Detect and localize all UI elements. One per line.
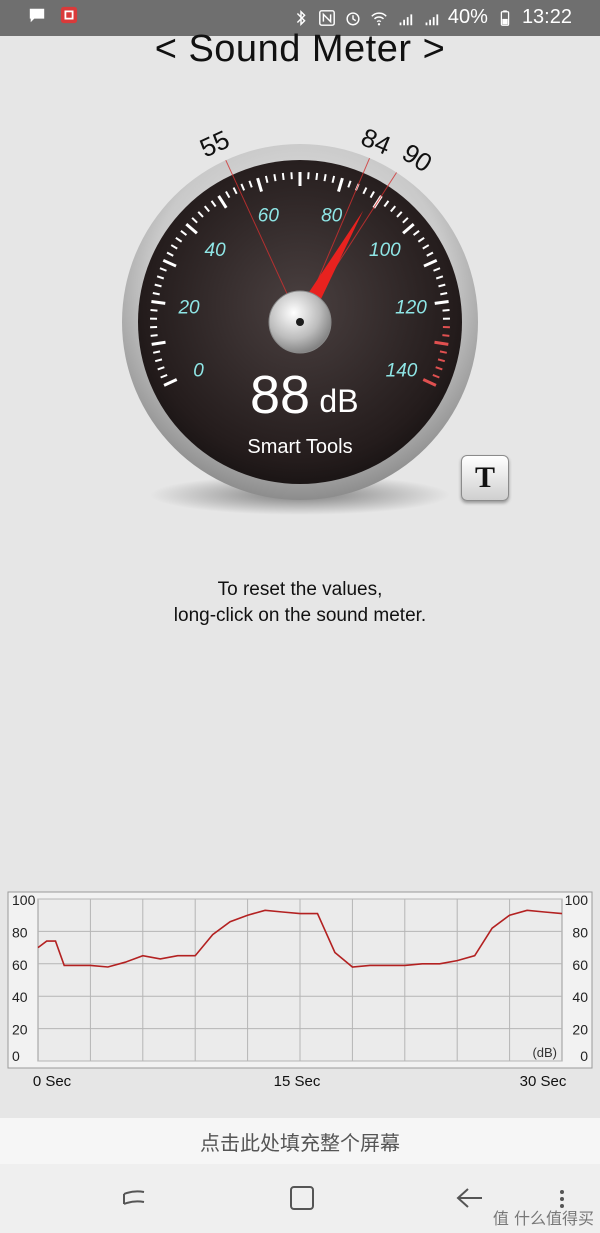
gauge-value-unit: dB [319,383,358,419]
gauge-scale-label: 80 [321,206,343,227]
reset-hint-line2: long-click on the sound meter. [173,605,427,626]
signal-icon [425,13,439,25]
clock: 13:22 [521,6,572,28]
app-notification-icon [60,6,78,24]
watermark: 值 什么值得买 [492,1209,594,1228]
avg-marker-label: 84 [357,122,395,161]
gauge-tick [151,300,166,305]
gauge-value-number: 88 [250,365,310,425]
home-button[interactable] [280,1178,324,1218]
gauge-tick [281,172,285,181]
chart-y-tick-left: 20 [12,1022,28,1038]
chart-y-tick-left: 60 [12,957,28,973]
gauge-svg[interactable]: 0 20 40 60 80 100 120 140 55 84 90 88 dB Smart To… [120,115,480,535]
chart-x-tick-label: 15 Sec [274,1073,321,1090]
gauge-tick [315,172,319,181]
nfc-icon [318,9,335,26]
back-icon [456,1188,482,1208]
page-title: Sound Meter [188,28,412,70]
text-toggle-label: T [474,461,495,494]
recents-icon [123,1190,145,1205]
chart-y-tick-right: 20 [572,1022,588,1038]
fill-screen-button[interactable]: 点击此处填充整个屏幕 [0,1118,600,1164]
gauge-tick [434,300,449,305]
page-title-row: < Sound Meter > [0,28,600,71]
battery-icon [500,9,510,26]
gauge-tick [440,292,448,296]
chart-unit-label: (dB) [532,1045,557,1060]
gauge-scale-label: 40 [205,240,227,261]
chart-y-tick-left: 80 [12,924,28,940]
message-icon [29,8,45,23]
reset-hint-line1: To reset the values, [217,579,383,600]
gauge-tick [323,174,327,182]
next-meter-button[interactable]: > [423,28,446,70]
chart-x-tick-label: 0 Sec [33,1073,72,1090]
min-marker-label: 55 [195,124,234,163]
gauge-tick [442,334,450,337]
gauge-tick [442,309,450,312]
reset-hint: To reset the values, long-click on the s… [0,577,600,629]
navigation-bar: 值 什么值得买 [0,1164,600,1233]
chart-y-tick-right: 100 [565,892,589,908]
gauge-tick [273,174,277,182]
history-chart: 0 20 40 60 80 100 0 20 40 60 80 100 0 Sec 15 Sec 30 … [0,887,600,1097]
max-marker-label: 90 [397,137,438,178]
chart-y-tick-left: 100 [12,892,36,908]
gauge-scale-label: 140 [386,360,418,381]
gauge-tick [150,309,158,312]
gauge-scale-label: 60 [258,206,280,227]
text-toggle-button[interactable]: T [461,455,509,501]
signal-4g-icon [399,13,413,25]
back-button[interactable] [448,1178,492,1218]
chart-y-tick-left: 0 [12,1048,20,1064]
gauge-scale-label: 100 [369,240,401,261]
chart-y-tick-right: 0 [580,1048,588,1064]
gauge-brand: Smart Tools [247,436,352,458]
chart-x-tick-label: 30 Sec [520,1073,567,1090]
chart-y-tick-right: 40 [572,989,588,1005]
bluetooth-icon [296,9,306,26]
chart-y-tick-right: 60 [572,957,588,973]
prev-meter-button[interactable]: < [155,28,178,70]
gauge-tick [151,340,166,346]
history-chart-svg: 0 20 40 60 80 100 0 20 40 60 80 100 0 Sec 15 Sec 30 … [7,891,593,1090]
recents-button[interactable] [112,1178,156,1218]
gauge-tick [152,292,160,296]
gauge-tick [434,340,449,346]
home-icon [290,1186,314,1210]
chart-y-tick-right: 80 [572,924,588,940]
gauge-scale-label: 20 [177,298,200,319]
gauge-tick [150,334,158,337]
battery-percent: 40% [447,6,488,28]
fill-screen-label: 点击此处填充整个屏幕 [200,1130,400,1155]
gauge-hub-center [296,318,304,326]
chart-x-axis: 0 Sec 15 Sec 30 Sec [33,1073,567,1090]
alarm-icon [346,11,360,25]
sound-meter-gauge[interactable]: 0 20 40 60 80 100 120 140 55 84 90 88 dB Smart To… [120,115,480,535]
gauge-tick [439,350,448,354]
gauge-scale-label: 120 [395,298,427,319]
wifi-icon [371,11,387,25]
chart-y-tick-left: 40 [12,989,28,1005]
gauge-tick [152,350,161,354]
gauge-scale-label: 0 [193,360,204,381]
